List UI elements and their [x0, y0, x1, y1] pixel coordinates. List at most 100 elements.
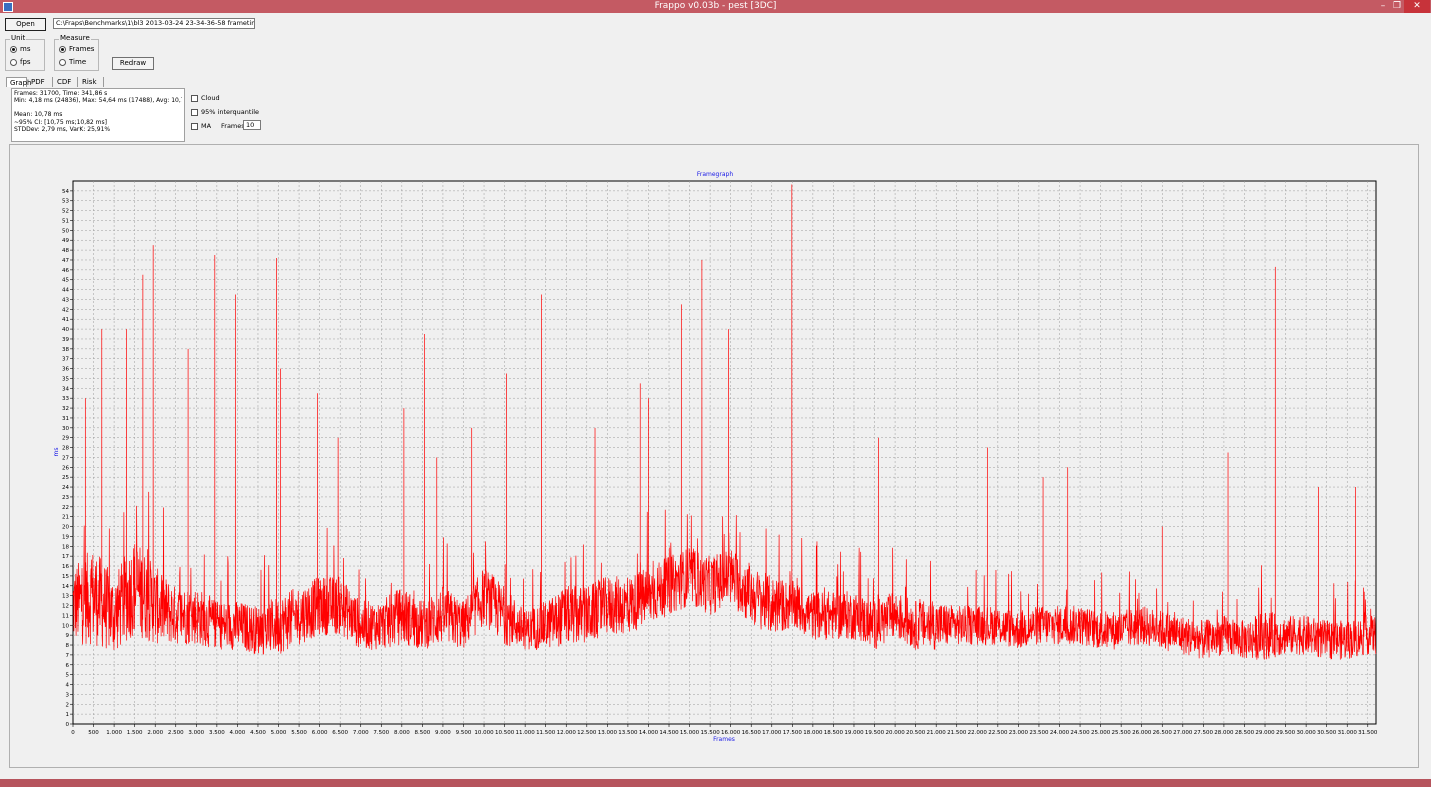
y-tick-label: 14 [62, 584, 69, 590]
x-tick-label: 16.500 [742, 730, 762, 736]
x-tick-label: 14.000 [639, 730, 659, 736]
y-tick-label: 9 [66, 633, 70, 639]
y-tick-label: 16 [62, 564, 69, 570]
x-tick-label: 26.500 [1153, 730, 1173, 736]
y-tick-label: 5 [66, 673, 70, 679]
y-tick-label: 27 [62, 455, 69, 461]
y-tick-label: 36 [62, 367, 69, 373]
y-tick-label: 20 [62, 525, 69, 531]
x-tick-label: 8.000 [394, 730, 410, 736]
x-tick-label: 8.500 [415, 730, 431, 736]
x-tick-label: 6.500 [332, 730, 348, 736]
y-tick-label: 45 [62, 278, 69, 284]
y-tick-label: 32 [62, 406, 69, 412]
y-tick-label: 17 [62, 554, 69, 560]
y-tick-label: 42 [62, 307, 69, 313]
y-tick-label: 24 [62, 485, 69, 491]
y-tick-label: 28 [62, 446, 69, 452]
y-tick-label: 51 [62, 218, 69, 224]
y-tick-label: 22 [62, 505, 69, 511]
x-tick-label: 12.000 [557, 730, 577, 736]
x-tick-label: 4.500 [250, 730, 266, 736]
x-tick-label: 500 [88, 730, 99, 736]
x-tick-label: 22.000 [968, 730, 988, 736]
x-tick-label: 19.000 [844, 730, 864, 736]
x-tick-label: 14.500 [659, 730, 679, 736]
x-tick-label: 10.000 [474, 730, 494, 736]
y-tick-label: 18 [62, 544, 69, 550]
y-tick-label: 13 [62, 594, 69, 600]
x-axis-title: Frames [713, 736, 735, 743]
x-tick-label: 25.000 [1091, 730, 1111, 736]
x-tick-label: 18.500 [824, 730, 844, 736]
y-tick-label: 37 [62, 357, 69, 363]
y-tick-label: 39 [62, 337, 69, 343]
x-tick-label: 29.500 [1276, 730, 1296, 736]
y-tick-label: 40 [62, 327, 69, 333]
x-tick-label: 30.500 [1317, 730, 1337, 736]
y-tick-label: 4 [66, 683, 70, 689]
y-tick-label: 48 [62, 248, 69, 254]
x-tick-label: 31.000 [1338, 730, 1358, 736]
x-tick-label: 0 [71, 730, 75, 736]
framegraph-chart: Framegraph 01234567891011121314151617181… [53, 171, 1378, 743]
y-tick-label: 35 [62, 376, 69, 382]
y-tick-label: 6 [66, 663, 70, 669]
y-tick-label: 46 [62, 268, 69, 274]
x-tick-label: 28.500 [1235, 730, 1255, 736]
y-tick-label: 30 [62, 426, 69, 432]
x-tick-label: 5.000 [271, 730, 287, 736]
y-tick-label: 26 [62, 465, 69, 471]
x-tick-label: 27.500 [1194, 730, 1214, 736]
y-tick-label: 41 [62, 317, 69, 323]
x-tick-label: 24.500 [1070, 730, 1090, 736]
x-tick-label: 1.000 [106, 730, 122, 736]
y-tick-label: 21 [62, 515, 69, 521]
y-tick-label: 15 [62, 574, 69, 580]
x-tick-label: 17.500 [783, 730, 803, 736]
y-tick-label: 50 [62, 228, 69, 234]
x-tick-label: 2.500 [168, 730, 184, 736]
x-tick-label: 7.500 [373, 730, 389, 736]
x-tick-label: 9.500 [456, 730, 472, 736]
y-tick-label: 19 [62, 534, 69, 540]
y-tick-label: 29 [62, 436, 69, 442]
y-tick-label: 1 [66, 712, 70, 718]
x-tick-label: 27.000 [1173, 730, 1193, 736]
y-tick-label: 53 [62, 199, 69, 205]
x-tick-label: 1.500 [127, 730, 143, 736]
x-tick-label: 11.000 [516, 730, 536, 736]
y-tick-label: 25 [62, 475, 69, 481]
y-tick-label: 0 [66, 722, 70, 728]
x-tick-label: 30.000 [1296, 730, 1316, 736]
y-tick-label: 2 [66, 702, 70, 708]
x-tick-label: 28.000 [1214, 730, 1234, 736]
x-tick-label: 12.500 [577, 730, 597, 736]
y-tick-label: 3 [66, 692, 70, 698]
x-tick-label: 31.500 [1358, 730, 1378, 736]
y-tick-label: 38 [62, 347, 69, 353]
x-tick-label: 29.000 [1255, 730, 1275, 736]
x-tick-label: 2.000 [147, 730, 163, 736]
x-tick-label: 17.000 [762, 730, 782, 736]
x-tick-label: 3.000 [188, 730, 204, 736]
x-tick-label: 9.000 [435, 730, 451, 736]
x-tick-label: 23.000 [1009, 730, 1029, 736]
y-tick-label: 43 [62, 297, 69, 303]
y-axis-title: ms [53, 448, 60, 457]
taskbar [0, 779, 1431, 787]
x-tick-label: 19.500 [865, 730, 885, 736]
x-tick-label: 26.000 [1132, 730, 1152, 736]
y-tick-label: 54 [62, 189, 69, 195]
x-tick-label: 4.000 [230, 730, 246, 736]
y-tick-label: 11 [62, 613, 69, 619]
x-tick-label: 13.500 [618, 730, 638, 736]
x-tick-label: 20.500 [906, 730, 926, 736]
x-tick-label: 22.500 [988, 730, 1008, 736]
x-tick-label: 13.000 [598, 730, 618, 736]
y-tick-label: 23 [62, 495, 69, 501]
y-tick-label: 12 [62, 604, 69, 610]
x-tick-label: 6.000 [312, 730, 328, 736]
y-tick-label: 8 [66, 643, 70, 649]
y-tick-label: 52 [62, 209, 69, 215]
